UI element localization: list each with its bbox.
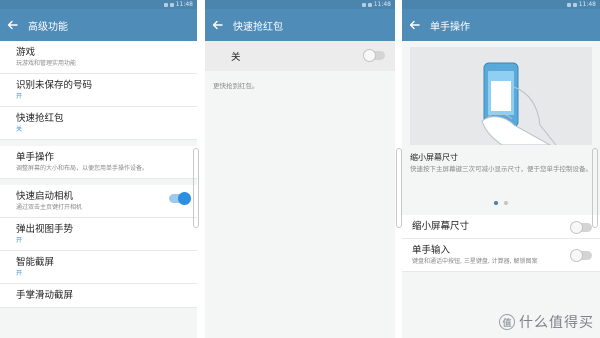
item-subtitle: 调整屏幕的大小和布局，以便您用单手操作设备。: [16, 165, 149, 172]
master-switch-row[interactable]: 关: [205, 41, 395, 71]
item-title: 单手操作: [16, 152, 55, 163]
item-status: 开: [16, 237, 23, 244]
app-bar: 高级功能: [0, 9, 197, 41]
status-clock: 11:48: [175, 1, 193, 8]
toggle-knob: [363, 49, 376, 62]
settings-list: 游戏 玩游戏和管理实用功能 识别未保存的号码 开 快速抢红包 关 单手操作 调整…: [0, 41, 197, 308]
item-title: 手掌滑动截屏: [16, 290, 74, 301]
edge-highlight: [396, 148, 402, 228]
item-title: 游戏: [16, 47, 36, 58]
list-item-quick-camera[interactable]: 快速启动相机 通过双击主页键打开相机: [0, 185, 197, 218]
item-status: 关: [16, 126, 23, 133]
back-arrow-icon: [212, 20, 223, 30]
battery-icon: [572, 2, 577, 7]
signal-icon: [361, 2, 366, 7]
back-button[interactable]: [0, 9, 24, 41]
battery-icon: [367, 2, 372, 7]
edge-highlight: [592, 148, 598, 228]
item-title: 单手输入: [412, 245, 451, 256]
item-title: 快速抢红包: [16, 113, 64, 124]
status-bar: 11:48: [402, 0, 600, 9]
hand-phone-icon: [481, 62, 557, 146]
list-item-one-handed[interactable]: 单手操作 调整屏幕的大小和布局，以便您用单手操作设备。: [0, 146, 197, 179]
list-item-palm-swipe[interactable]: 手掌滑动截屏: [0, 284, 197, 308]
toggle-knob: [570, 221, 583, 234]
watermark-text: 什么值得买: [519, 315, 594, 331]
app-bar: 单手操作: [402, 9, 600, 41]
item-subtitle: 玩游戏和管理实用功能: [16, 60, 77, 67]
item-title: 智能截屏: [16, 257, 55, 268]
list-item-smart-capture[interactable]: 智能截屏 开: [0, 251, 197, 284]
watermark: 值 什么值得买: [499, 312, 594, 332]
watermark-logo: 值: [499, 314, 515, 330]
list-item-popup-gesture[interactable]: 弹出视图手势 开: [0, 218, 197, 251]
item-status: 开: [16, 270, 23, 277]
one-handed-screen: 11:48 单手操作 缩小屏幕尺寸 快速按下主屏幕键三次可减小显示尺寸，便于您单…: [402, 0, 600, 338]
page-title: 快速抢红包: [233, 21, 283, 33]
red-packet-toggle[interactable]: [363, 49, 385, 62]
one-handed-options-list: 缩小屏幕尺寸 单手输入 键盘和通话中按钮, 三星键盘, 计算器, 解锁图案: [402, 215, 600, 272]
page-title: 高级功能: [28, 21, 68, 33]
page-dot[interactable]: [494, 201, 498, 205]
item-subtitle: 键盘和通话中按钮, 三星键盘, 计算器, 解锁图案: [412, 258, 538, 265]
reduce-screen-toggle[interactable]: [570, 221, 592, 234]
status-bar: 11:48: [0, 0, 197, 9]
phone-in-hand-illustration: [410, 47, 592, 146]
signal-icon: [163, 2, 168, 7]
page-title: 单手操作: [430, 21, 470, 33]
battery-icon: [169, 2, 174, 7]
list-item-one-handed-input[interactable]: 单手输入 键盘和通话中按钮, 三星键盘, 计算器, 解锁图案: [402, 239, 600, 272]
item-title: 缩小屏幕尺寸: [412, 221, 470, 232]
one-handed-input-toggle[interactable]: [570, 249, 592, 262]
toggle-knob: [178, 192, 191, 205]
item-status: 开: [16, 93, 23, 100]
status-bar: 11:48: [205, 0, 395, 9]
page-indicator: [402, 201, 600, 205]
list-item-red-packet[interactable]: 快速抢红包 关: [0, 107, 197, 140]
red-packet-screen: 11:48 快速抢红包 关 更快抢到红包。: [205, 0, 395, 338]
feature-description: 快速按下主屏幕键三次可减小显示尺寸，便于您单手控制设备。: [410, 165, 592, 173]
list-item-unsaved-numbers[interactable]: 识别未保存的号码 开: [0, 74, 197, 107]
switch-label: 关: [231, 52, 241, 63]
status-clock: 11:48: [373, 1, 391, 8]
app-bar: 快速抢红包: [205, 9, 395, 41]
item-title: 弹出视图手势: [16, 224, 74, 235]
item-title: 快速启动相机: [16, 191, 74, 202]
back-button[interactable]: [205, 9, 229, 41]
feature-info: 缩小屏幕尺寸 快速按下主屏幕键三次可减小显示尺寸，便于您单手控制设备。: [410, 152, 592, 174]
edge-highlight: [193, 148, 199, 228]
back-button[interactable]: [402, 9, 426, 41]
advanced-features-screen: 11:48 高级功能 游戏 玩游戏和管理实用功能 识别未保存的号码 开 快速抢红…: [0, 0, 197, 338]
page-dot[interactable]: [504, 201, 508, 205]
list-item-games[interactable]: 游戏 玩游戏和管理实用功能: [0, 41, 197, 74]
list-item-reduce-screen[interactable]: 缩小屏幕尺寸: [402, 215, 600, 239]
back-arrow-icon: [409, 20, 420, 30]
quick-camera-toggle[interactable]: [169, 192, 191, 205]
item-title: 识别未保存的号码: [16, 80, 93, 91]
feature-description: 更快抢到红包。: [213, 82, 259, 90]
feature-title: 缩小屏幕尺寸: [410, 153, 458, 162]
back-arrow-icon: [7, 20, 18, 30]
toggle-knob: [570, 249, 583, 262]
item-subtitle: 通过双击主页键打开相机: [16, 204, 83, 211]
status-clock: 11:48: [578, 1, 596, 8]
signal-icon: [566, 2, 571, 7]
